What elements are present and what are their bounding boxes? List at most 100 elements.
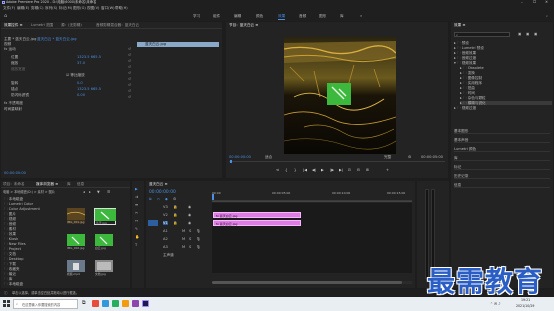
effect-row[interactable]: fx 运动 — [4, 47, 134, 51]
scroll-thumb[interactable] — [212, 281, 402, 284]
yuv-icon[interactable]: ▣ — [534, 32, 537, 37]
folder-item[interactable]: 🗀 文档 — [4, 252, 16, 256]
workspace-assembly[interactable]: 组件 — [213, 11, 220, 21]
thumbnail[interactable]: IMG_001.jpg — [66, 208, 86, 224]
mute-icon[interactable]: M — [182, 237, 185, 241]
effect-row[interactable]: 锚点 1323.5 665.5 — [11, 87, 135, 91]
view-icon[interactable]: ☰ — [107, 190, 110, 194]
pen-tool-icon[interactable]: ✎ — [135, 227, 138, 231]
workspace-audio[interactable]: 音频 — [299, 11, 306, 21]
effect-row[interactable]: 防闪烁滤镜 0.00 — [11, 93, 135, 97]
effect-row[interactable]: fx 不透明度 — [4, 101, 134, 105]
tree-item-selected[interactable]: ▸ 🗀 模糊与锐化 — [460, 101, 552, 106]
mic-icon[interactable]: 🎙 — [196, 229, 201, 233]
hand-tool-icon[interactable]: ✋ — [135, 235, 139, 239]
program-scrubber[interactable] — [229, 161, 445, 162]
wrench-icon[interactable]: ⚙ — [408, 155, 411, 159]
thumbnail[interactable]: IMG_002.jpg — [67, 234, 85, 250]
export-frame-icon[interactable]: ⊞ — [366, 168, 369, 173]
tree-item[interactable]: ▾ 🗀 视频效果 — [454, 61, 476, 65]
track-id[interactable]: V1 — [163, 221, 168, 225]
folder-item[interactable]: 🗀 视频 — [4, 217, 16, 221]
tree-item[interactable]: ▸ 🗀 Obsolete — [460, 66, 484, 70]
tab-media-browser[interactable]: 媒体浏览器 ≡ — [36, 181, 58, 188]
effect-row[interactable]: 旋转 0.0 — [11, 81, 135, 85]
tab-lumetri-scopes[interactable]: Lumetri 范围 — [31, 22, 53, 29]
effect-value[interactable]: 37.0 — [77, 61, 85, 65]
tree-item[interactable]: ▸ 🗀 视频过渡 — [454, 106, 476, 110]
mute-icon[interactable]: M — [182, 245, 185, 249]
selection-tool-icon[interactable]: ▶ — [135, 187, 138, 191]
folder-item[interactable]: 🗀 最近 — [4, 272, 16, 276]
eye-icon[interactable]: ◉ — [188, 205, 191, 209]
effect-row[interactable]: 缩放宽度 — [11, 67, 135, 71]
clip[interactable]: fx 蓝天白云.jpg — [213, 220, 301, 226]
tab-program[interactable]: 节目：蓝天白云 ≡ — [229, 22, 258, 29]
tab-timeline[interactable]: 蓝天白云 ≡ — [149, 181, 168, 188]
track-header[interactable]: V2 🔒 ◉ — [146, 212, 210, 219]
folder-item[interactable]: 🗀 图片 — [4, 212, 16, 216]
solo-icon[interactable]: S — [189, 245, 191, 249]
go-to-in-icon[interactable]: |◀ — [303, 168, 307, 173]
folder-item[interactable]: 🗀 Desktop — [4, 257, 24, 261]
master-track[interactable]: 主声道 — [146, 252, 210, 259]
panel-libraries[interactable]: 库 — [454, 155, 550, 161]
32bit-icon[interactable]: ▣ — [526, 32, 529, 37]
search-icon[interactable]: ⌕ — [546, 13, 548, 19]
track-id[interactable]: A3 — [163, 245, 168, 249]
mark-out-icon[interactable]: } — [294, 168, 296, 173]
playhead-marker[interactable] — [230, 160, 232, 163]
track-id[interactable]: V2 — [163, 213, 168, 217]
lock-icon[interactable]: 🔒 — [173, 221, 177, 225]
task-view-icon[interactable]: ⧉ — [82, 300, 86, 307]
folder-item[interactable]: 🗀 素材 — [4, 227, 16, 231]
tab-audio-clip-mixer[interactable]: 音频剪辑混合器：蓝天白云 — [96, 22, 139, 29]
fit-dropdown[interactable]: 适合 — [265, 155, 272, 159]
panel-markers[interactable]: 标记 — [454, 164, 550, 170]
track-id[interactable]: A2 — [163, 237, 168, 241]
panel-lumetri-color[interactable]: Lumetri 颜色 — [454, 146, 550, 152]
panel-info[interactable]: 信息 — [454, 182, 550, 188]
workspace-graphics[interactable]: 图形 — [319, 11, 326, 21]
filter-icon[interactable]: ▼ — [97, 190, 100, 194]
workspace-color[interactable]: 颜色 — [256, 11, 263, 21]
tab-info[interactable]: 信息 — [77, 181, 84, 188]
tree-item[interactable]: ▸ 🗀 时间 — [460, 91, 475, 95]
effect-row[interactable]: ☑ 等比缩放 — [11, 73, 135, 77]
tree-item[interactable]: ▸ 🗀 实用程序 — [460, 81, 482, 85]
mute-icon[interactable]: M — [182, 229, 185, 233]
slip-tool-icon[interactable]: ↔ — [135, 219, 138, 223]
effect-row[interactable]: 位置 1323.5 665.5 — [11, 55, 135, 59]
effect-value[interactable]: 0.0 — [77, 81, 83, 85]
thumbnail[interactable]: 文档.jpg — [95, 260, 113, 276]
track-id[interactable]: V3 — [163, 205, 168, 209]
tree-item[interactable]: ▸ 🗀 扭曲 — [460, 86, 475, 90]
effect-value[interactable]: 1323.5 665.5 — [77, 87, 101, 91]
folder-item[interactable]: 🗀 Project — [4, 247, 21, 251]
effect-value[interactable]: 1323.5 665.5 — [77, 55, 101, 59]
mic-icon[interactable]: 🎙 — [196, 245, 201, 249]
effect-value[interactable]: 0.00 — [77, 93, 85, 97]
nav-forward-icon[interactable]: ▸ — [89, 190, 91, 194]
app-icon-4[interactable] — [122, 300, 129, 307]
folder-item[interactable]: 🗀 本地磁盘 — [4, 197, 23, 201]
mic-icon[interactable]: 🎙 — [196, 237, 201, 241]
settings-icon[interactable]: ⚙ — [173, 197, 176, 201]
tab-effect-controls[interactable]: 效果控件 ≡ — [4, 22, 23, 29]
thumbnail-selected[interactable]: 蓝天.jpg — [94, 208, 116, 225]
effects-title[interactable]: 效果 ≡ — [454, 22, 465, 29]
folder-item[interactable]: 🗀 Color Adjustment — [4, 207, 40, 211]
uniform-scale-checkbox[interactable]: ☑ 等比缩放 — [66, 73, 85, 77]
media-breadcrumb[interactable]: 电脑 > 本地磁盘(D:) > 素材 > 图片 — [3, 190, 55, 194]
track-select-icon[interactable]: ⇉ — [135, 195, 138, 199]
solo-icon[interactable]: S — [189, 229, 191, 233]
extract-icon[interactable]: ⊟ — [357, 168, 360, 173]
folder-item[interactable]: 🗀 Lumetri Color — [4, 202, 33, 206]
track-header[interactable]: A2 M S 🎙 — [146, 236, 210, 243]
clip-label[interactable]: 蓝天白云 * 蓝天白云.jpg — [37, 37, 77, 41]
taskbar-search[interactable]: ⌕ 在这里输入你要搜索的内容 — [13, 299, 78, 309]
tab-project[interactable]: 项目：未命名 — [3, 181, 25, 188]
eye-icon[interactable]: ◉ — [188, 213, 191, 217]
track-header[interactable]: V1 🔒 ◉ — [146, 220, 210, 227]
workspace-learning[interactable]: 学习 — [193, 11, 200, 21]
